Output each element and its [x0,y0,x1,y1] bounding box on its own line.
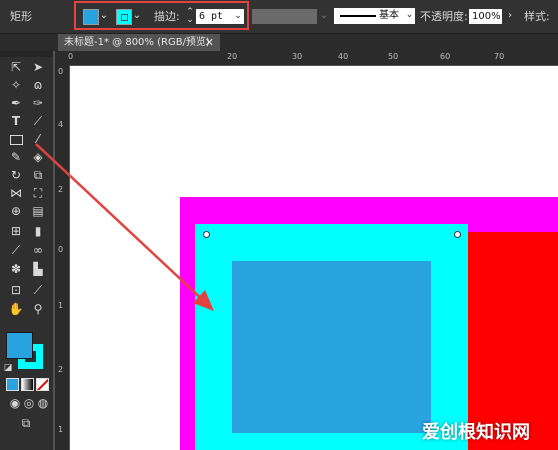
variable-width-profile[interactable] [252,9,317,24]
ruler-label: 30 [292,52,303,61]
scale-tool-icon[interactable]: ⧉ [29,167,47,184]
width-tool-icon[interactable]: ⋈ [7,185,25,202]
brush-definition-field[interactable]: 基本 [334,8,404,24]
gradient-mode-icon[interactable] [21,378,34,391]
ruler-label: 0 [58,245,64,254]
ruler-label: 20 [227,52,238,61]
curvature-tool-icon[interactable]: ✑ [29,95,47,112]
eyedropper-tool-icon[interactable]: ⟋ [7,242,25,259]
artboard-tool-icon[interactable]: ⊡ [7,282,25,299]
opacity-dropdown-icon[interactable]: › [505,9,515,23]
watermark: 爱创根知识网 [422,422,530,443]
horizontal-ruler: 0 20 30 40 50 60 70 [55,51,558,66]
ruler-label: 1 [58,301,64,310]
opacity-field[interactable]: 100% [469,9,502,24]
magic-wand-tool-icon[interactable]: ✧ [7,77,25,94]
fill-swatch[interactable] [6,332,33,359]
opacity-label: 不透明度: [420,10,468,23]
brush-line [340,15,376,17]
stroke-weight-field[interactable]: 6 pt [196,9,232,24]
gradient-tool-icon[interactable]: ▮ [29,223,47,240]
eraser-tool-icon[interactable]: ◈ [29,149,47,166]
stroke-dropdown-icon[interactable]: ⌄ [132,9,142,23]
ruler-label: 70 [494,52,505,61]
ruler-label: 50 [388,52,399,61]
stroke-label: 描边: [154,10,180,23]
selection-tool-icon[interactable]: ⇱ [7,59,25,76]
symbol-sprayer-tool-icon[interactable]: ✽ [7,261,25,278]
graph-tool-icon[interactable]: ▙ [29,261,47,278]
brush-label: 基本 [379,10,399,21]
free-transform-tool-icon[interactable]: ⛶ [29,185,47,202]
none-mode-icon[interactable] [36,378,49,391]
toolbar-grip[interactable] [0,51,53,57]
direct-selection-tool-icon[interactable]: ➤ [29,59,47,76]
stroke-swatch-inner [121,14,128,21]
ruler-label: 0 [68,52,74,61]
selected-rectangle-fill[interactable] [232,261,431,433]
draw-inside-icon[interactable]: ◍ [34,395,52,412]
vertical-ruler: 0 4 2 0 1 2 1 [55,65,70,450]
rectangle-tool-icon[interactable] [7,131,25,148]
artboard-canvas[interactable] [70,66,558,450]
ruler-label: 40 [338,52,349,61]
fill-dropdown-icon[interactable]: ⌄ [99,9,109,23]
shaper-tool-icon[interactable]: ✎ [7,149,25,166]
fill-color-swatch[interactable] [83,9,99,25]
stroke-weight-dropdown-icon[interactable]: ⌄ [232,9,244,24]
zoom-tool-icon[interactable]: ⚲ [29,301,47,318]
ruler-label: 4 [58,120,64,129]
line-tool-icon[interactable]: ⟋ [29,113,47,130]
stroke-color-swatch[interactable] [116,9,132,25]
ruler-label: 60 [440,52,451,61]
style-label: 样式: [524,10,550,23]
type-tool-icon[interactable]: T [7,113,25,130]
corner-widget[interactable] [454,231,461,238]
brush-dropdown-icon[interactable]: ⌄ [404,8,415,24]
ruler-label: 2 [58,185,64,194]
corner-widget[interactable] [203,231,210,238]
slice-tool-icon[interactable]: ⟋ [29,282,47,299]
shape-builder-tool-icon[interactable]: ⊕ [7,203,25,220]
ruler-label: 1 [58,425,64,434]
ruler-label: 0 [58,67,64,76]
perspective-grid-tool-icon[interactable]: ▤ [29,203,47,220]
default-colors-icon[interactable]: ◪ [3,360,13,377]
shape-type-label: 矩形 [10,10,32,23]
profile-dropdown-icon[interactable]: ⌄ [319,9,329,23]
tools-panel: ⇱ ➤ ✧ ɷ ✒ ✑ T ⟋ ⁄ ✎ ◈ ↻ ⧉ ⋈ ⛶ ⊕ ▤ ⊞ ▮ ⟋ … [0,51,53,450]
screen-mode-icon[interactable]: ⧉ [17,415,35,432]
pen-tool-icon[interactable]: ✒ [7,95,25,112]
control-bar: 矩形 ⌄ ⌄ 描边: ⌃ ⌄ 6 pt ⌄ ⌄ 基本 ⌄ 不透明度: 100% ›… [0,0,558,34]
hand-tool-icon[interactable]: ✋ [7,301,25,318]
rectangle-glyph [10,135,23,145]
close-icon[interactable]: ✕ [205,34,214,51]
stroke-weight-stepper-icon[interactable]: ⌃ ⌄ [185,8,195,25]
ruler-label: 2 [58,365,64,374]
paintbrush-tool-icon[interactable]: ⁄ [29,131,47,148]
tab-strip: 未标题-1* @ 800% (RGB/预览) ✕ [0,34,558,51]
none-slash [37,379,48,390]
rotate-tool-icon[interactable]: ↻ [7,167,25,184]
mesh-tool-icon[interactable]: ⊞ [7,223,25,240]
lasso-tool-icon[interactable]: ɷ [29,77,47,94]
document-tab[interactable]: 未标题-1* @ 800% (RGB/预览) ✕ [58,34,220,51]
color-mode-icon[interactable] [6,378,19,391]
document-tab-title: 未标题-1* @ 800% (RGB/预览) [64,37,210,48]
blend-tool-icon[interactable]: ∞ [29,242,47,259]
